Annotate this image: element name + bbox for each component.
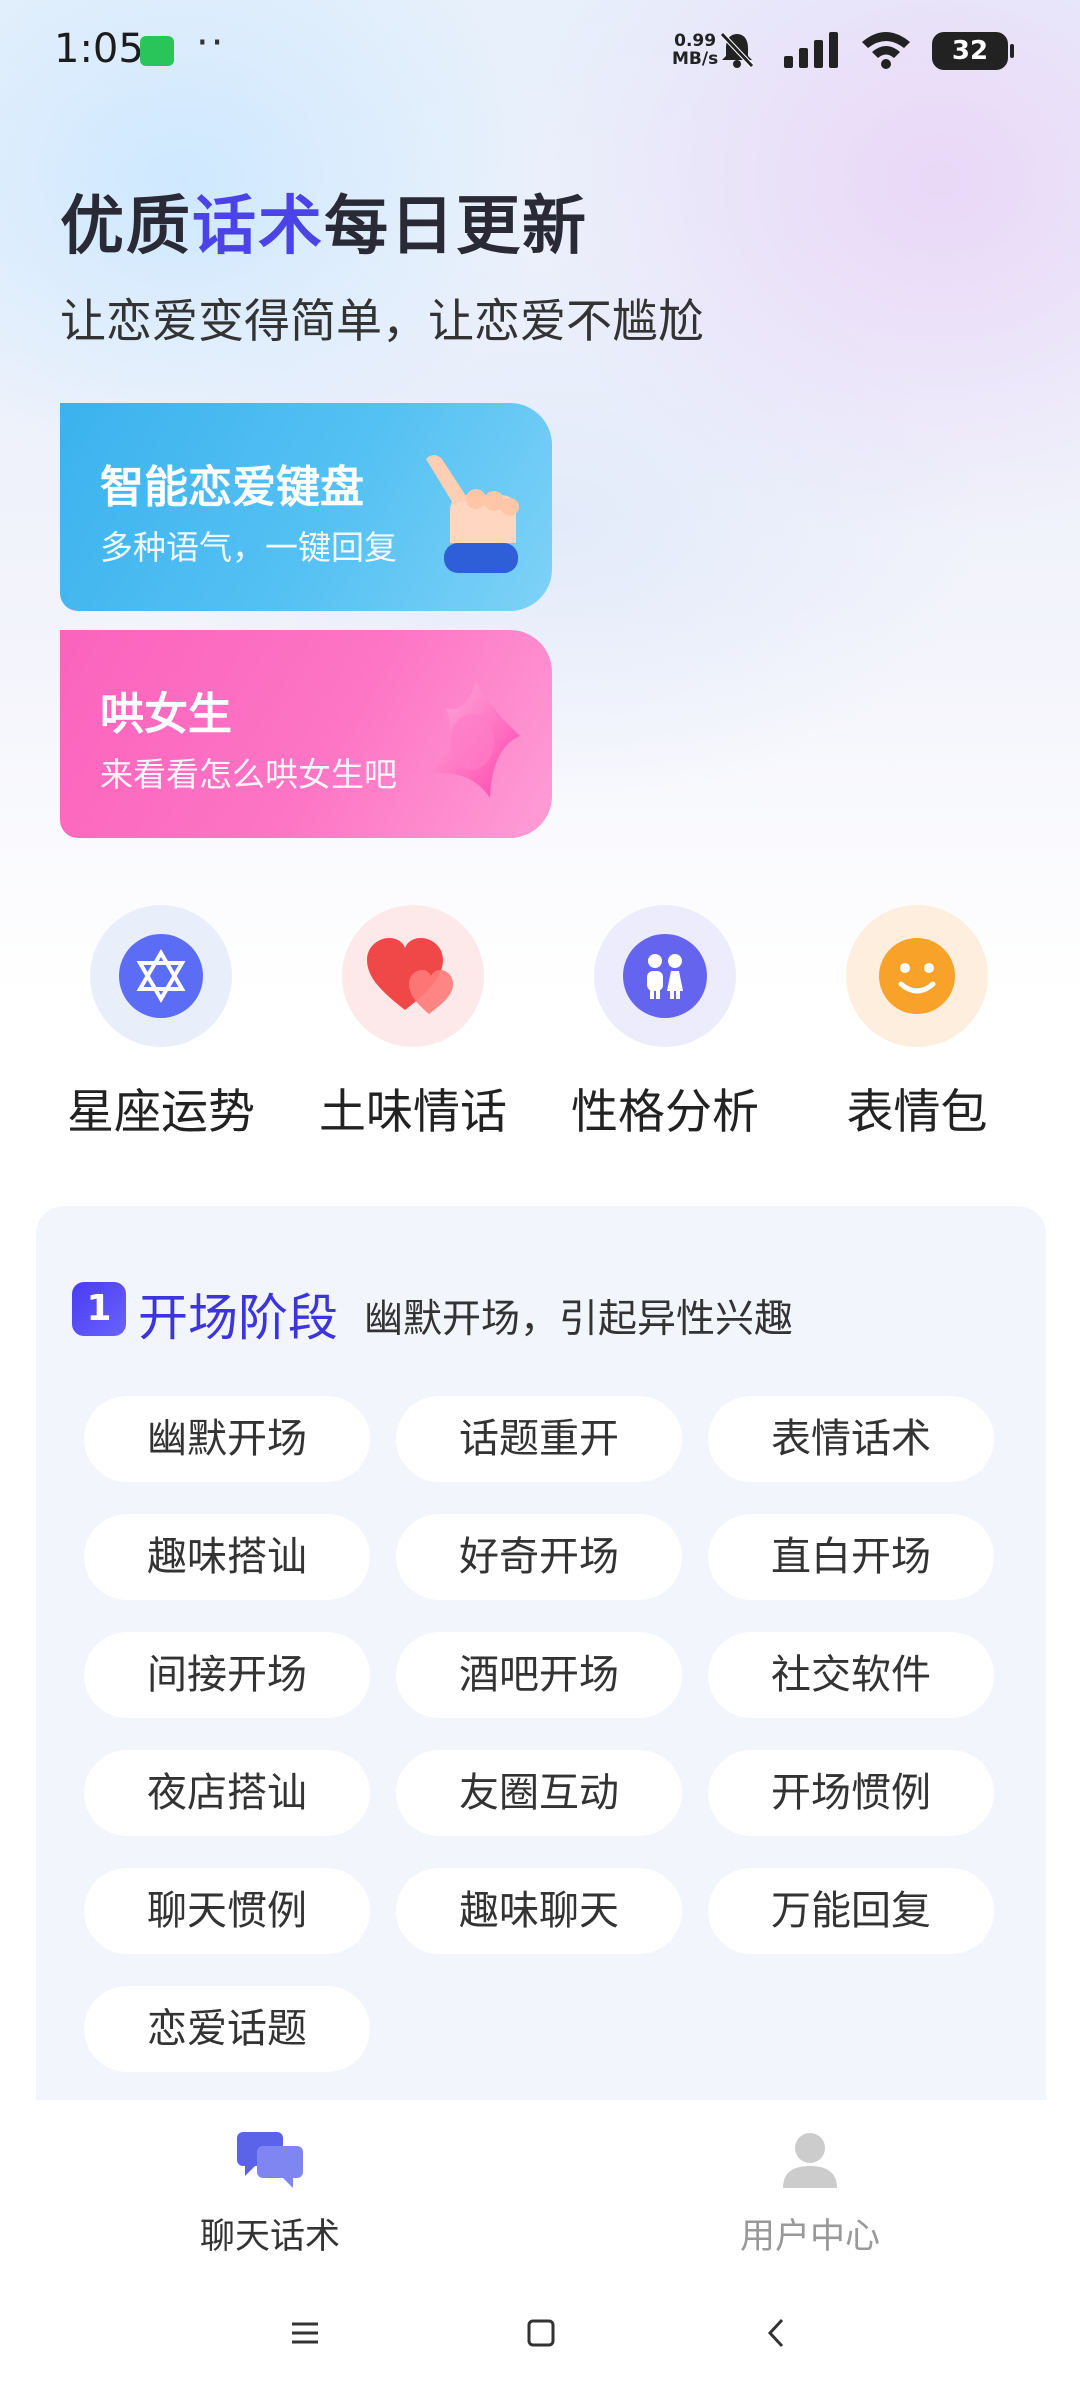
hero-subtitle: 让恋爱变得简单，让恋爱不尴尬 [60,294,704,348]
nav-chat-scripts[interactable]: 聊天话术 [140,2130,400,2259]
quick-tool-personality[interactable]: 性格分析 [540,905,790,1142]
quick-tool-bg [846,905,988,1047]
menu-icon[interactable] [288,2316,322,2350]
chat-bubbles-icon [237,2132,303,2188]
bottom-navigation: 聊天话术 用户中心 [0,2100,1080,2280]
mute-bell-icon [720,32,754,68]
hero-title-highlight: 话术 [192,190,324,264]
star-of-david-icon [119,934,203,1018]
nav-user-center[interactable]: 用户中心 [680,2130,940,2259]
card-subtitle: 来看看怎么哄女生吧 [100,755,397,794]
tag-chip[interactable]: 表情话术 [708,1396,994,1482]
notification-app-icon [140,36,174,66]
network-speed-value: 0.99 [674,31,717,51]
tag-chip[interactable]: 恋爱话题 [84,1986,370,2072]
tag-chip[interactable]: 趣味搭讪 [84,1514,370,1600]
tag-chip[interactable]: 好奇开场 [396,1514,682,1600]
pink-ribbon-icon [428,682,520,798]
smiley-icon [879,938,955,1014]
quick-tool-label: 土味情话 [319,1085,507,1140]
tag-chip[interactable]: 酒吧开场 [396,1632,682,1718]
battery-icon: 32 [932,32,1014,70]
stage-description: 幽默开场，引起异性兴趣 [364,1297,794,1342]
quick-tool-bg [342,905,484,1047]
quick-tool-bg [90,905,232,1047]
signal-icon [784,32,838,68]
hero-title-part1: 优质 [60,190,192,264]
user-icon [783,2133,837,2188]
tag-chip[interactable]: 夜店搭讪 [84,1750,370,1836]
nav-label: 聊天话术 [199,2217,340,2257]
love-keyboard-card[interactable]: 智能恋爱键盘 多种语气，一键回复 [60,403,552,611]
hero-title-part2: 每日更新 [324,190,588,264]
coax-girls-card[interactable]: 哄女生 来看看怎么哄女生吧 [60,630,552,838]
stage-number-badge: 1 [72,1282,134,1342]
more-dots-icon: ·· [196,20,226,66]
quick-tool-label: 性格分析 [571,1085,759,1140]
tag-chip[interactable]: 友圈互动 [396,1750,682,1836]
pointing-hand-icon [426,455,519,573]
card-title: 哄女生 [100,689,232,740]
card-subtitle: 多种语气，一键回复 [100,528,397,567]
status-bar: 1:05 ·· 0.99 MB/s 32 [0,0,1080,100]
couple-icon [623,934,707,1018]
quick-tool-cheesy-lines[interactable]: 土味情话 [288,905,538,1142]
home-icon[interactable] [524,2316,558,2350]
hero-title: 优质话术每日更新 [60,175,588,267]
network-speed-unit: MB/s [672,49,719,69]
quick-tool-horoscope[interactable]: 星座运势 [36,905,286,1142]
tag-chip[interactable]: 开场惯例 [708,1750,994,1836]
tag-chip[interactable]: 聊天惯例 [84,1868,370,1954]
quick-tool-bg [594,905,736,1047]
network-speed: 0.99 MB/s [672,32,718,68]
hearts-icon [367,938,453,1014]
stage-title: 开场阶段 [138,1289,338,1347]
tag-chip[interactable]: 趣味聊天 [396,1868,682,1954]
quick-tool-label: 星座运势 [67,1085,255,1140]
quick-tool-label: 表情包 [846,1085,988,1140]
status-time: 1:05 [54,26,144,72]
wifi-icon [862,32,910,69]
back-icon[interactable] [760,2316,794,2350]
tag-chip[interactable]: 社交软件 [708,1632,994,1718]
tag-chip[interactable]: 间接开场 [84,1632,370,1718]
card-title: 智能恋爱键盘 [100,462,364,513]
tag-chip[interactable]: 直白开场 [708,1514,994,1600]
tag-chip[interactable]: 幽默开场 [84,1396,370,1482]
tag-chip[interactable]: 话题重开 [396,1396,682,1482]
quick-tool-stickers[interactable]: 表情包 [792,905,1042,1142]
opening-stage-panel: 1 开场阶段 幽默开场，引起异性兴趣 幽默开场 话题重开 表情话术 趣味搭讪 好… [36,1206,1046,2106]
nav-label: 用户中心 [739,2217,880,2257]
tag-chip[interactable]: 万能回复 [708,1868,994,1954]
